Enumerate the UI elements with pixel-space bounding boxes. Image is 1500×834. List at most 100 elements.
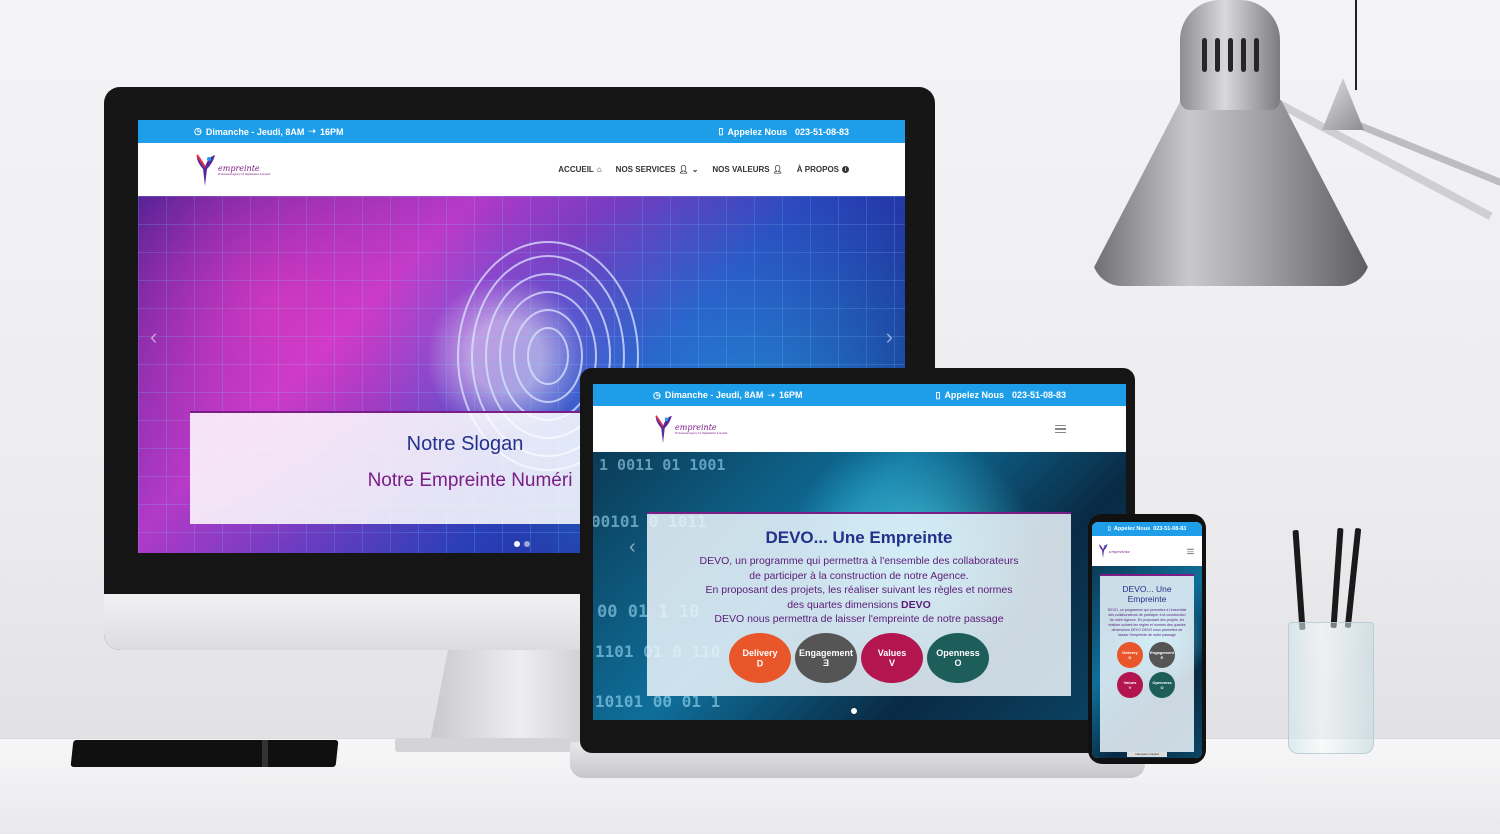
values-grid: Delivery D Engagement E Values V Opennes… [1100,642,1194,698]
phone-label: Appelez Nous [944,390,1004,400]
user-icon: 👤︎ [678,165,689,174]
devo-line: DEVO nous permettra de laisser l'emprein… [714,613,1004,625]
value-letter: E [822,657,829,668]
phone-number[interactable]: 023-51-08-83 [1012,390,1066,400]
clock-icon: ◷ [653,389,661,400]
value-name: Openness [936,647,980,658]
mobile-navbar: empreinte [1092,536,1202,566]
slogan-subtitle: Notre Empreinte Numéri [367,470,573,491]
value-delivery[interactable]: Delivery D [1117,642,1143,668]
hours-info: ◷ Dimanche - Jeudi, 8AM ➝ 16PM [194,126,343,137]
binary-row: 1 0011 01 1001 [599,456,726,474]
value-engagement[interactable]: Engagement E [795,632,857,683]
nav-a-propos[interactable]: À PROPOS i [797,165,849,174]
logo-text: empreinte [1109,548,1130,554]
value-delivery[interactable]: Delivery D [729,632,791,683]
slider-dot[interactable] [514,541,520,547]
site-logo[interactable]: empreinte Professional Agency for Digita… [194,153,270,187]
phone-info[interactable]: ▯ Appelez Nous 023-51-08-83 [718,126,849,137]
devo-line: des quartes dimensions DEVO [647,598,1071,613]
value-openness[interactable]: Openness O [1149,672,1175,698]
mobile-website: ▯ Appelez Nous 023-51-08-83 empreinte DE… [1092,522,1202,758]
value-name: Values [877,647,907,658]
value-values[interactable]: Values V [1117,672,1143,698]
value-values[interactable]: Values V [861,632,923,683]
value-engagement[interactable]: Engagement E [1149,642,1175,668]
value-name: Engagement [798,647,853,658]
site-logo[interactable]: empreinte [1098,543,1130,559]
lamp-vent [1253,38,1259,72]
slider-dot[interactable] [524,541,530,547]
devo-line: de participer à la construction de notre… [749,569,969,582]
logo-tagline: Professional Agency for Digitalization &… [218,172,271,176]
logo-bird-icon [655,415,672,444]
devo-title: DEVO... Une Empreinte [1122,584,1172,604]
nav-nos-services[interactable]: NOS SERVICES 👤︎ ⌄ [616,165,699,174]
devo-line: En proposant des projets, les réaliser s… [705,584,1013,596]
logo-bird-icon [1099,544,1108,559]
phone-info[interactable]: ▯ Appelez Nous 023-51-08-83 [935,390,1066,401]
lamp-vent [1227,38,1233,72]
glass-cup [1288,622,1374,754]
arrow-right-icon: ➝ [767,389,775,400]
logo-text: empreinte [218,163,260,173]
notebook [70,740,339,767]
slider-dot[interactable] [851,708,857,714]
lamp-vent [1240,38,1246,72]
hamburger-menu-icon[interactable] [1187,548,1194,554]
slider-prev-arrow[interactable]: ‹ [150,324,157,350]
notebook-band [262,740,268,767]
value-letter: O [954,657,962,668]
desktop-topbar: ◷ Dimanche - Jeudi, 8AM ➝ 16PM ▯ Appelez… [138,120,905,143]
phone-label: Appelez Nous [1113,526,1151,532]
slider-dots [851,708,857,714]
mobile-icon: ▯ [718,126,724,136]
hours-end-text: 16PM [319,126,344,137]
hamburger-menu-icon[interactable] [1055,424,1066,434]
laptop-hero-slider: 1 0011 01 1001 00101 0 1011 00 01 1 10 1… [593,452,1126,720]
pencil [1330,527,1344,629]
slider-prev-arrow[interactable]: ‹ [629,536,636,559]
nav-accueil[interactable]: ACCUEIL ⌂ [558,165,601,174]
mobile-footer-button[interactable]: Navigation Digital [1127,752,1167,757]
lamp-hinge [1322,78,1364,130]
value-letter: D [1128,655,1132,660]
mobile-hero: DEVO... Une Empreinte DEVO, un programme… [1092,566,1202,758]
clock-icon: ◷ [194,126,202,136]
devo-box: DEVO... Une Empreinte DEVO, un programme… [1100,574,1194,752]
devo-line: DEVO, un programme qui permettra à l'ens… [699,555,1019,567]
value-openness[interactable]: Openness O [927,632,989,683]
logo-text: empreinte [675,423,717,432]
mobile-topbar: ▯ Appelez Nous 023-51-08-83 [1092,522,1202,536]
nav-label: NOS VALEURS [712,165,770,174]
lamp-vent [1201,38,1207,72]
mobile-icon: ▯ [935,389,941,400]
nav-label: ACCUEIL [558,165,594,174]
nav-nos-valeurs[interactable]: NOS VALEURS 👤︎ [712,165,782,174]
value-name: Delivery [742,647,778,658]
nav-label: NOS SERVICES [615,165,676,174]
value-letter: O [1160,685,1164,690]
phone-number[interactable]: 023-51-08-83 [1153,526,1186,532]
hours-end-text: 16PM [778,390,803,400]
logo-bird-icon [196,153,215,186]
hours-text: Dimanche - Jeudi, 8AM [664,390,764,400]
hours-info: ◷ Dimanche - Jeudi, 8AM ➝ 16PM [653,390,802,401]
pencils [1290,527,1370,631]
slider-next-arrow[interactable]: › [886,324,893,350]
value-letter: V [1128,685,1132,690]
lamp-neck [1180,0,1280,110]
site-logo[interactable]: empreinte Professional Agency for Digita… [653,414,727,444]
devo-box: DEVO... Une Empreinte DEVO, un programme… [647,512,1071,696]
arrow-right-icon: ➝ [308,126,316,136]
home-icon: ⌂ [596,165,602,174]
value-letter: V [888,657,895,668]
logo-tagline: Professional Agency for Digitalization &… [675,432,728,435]
slider-dots [514,541,530,547]
laptop-website: ◷ Dimanche - Jeudi, 8AM ➝ 16PM ▯ Appelez… [593,384,1126,720]
pencil [1344,527,1362,629]
user-icon: 👤︎ [772,165,783,174]
mobile-icon: ▯ [1107,526,1111,532]
phone-label: Appelez Nous [727,126,787,137]
phone-number[interactable]: 023-51-08-83 [795,127,849,137]
